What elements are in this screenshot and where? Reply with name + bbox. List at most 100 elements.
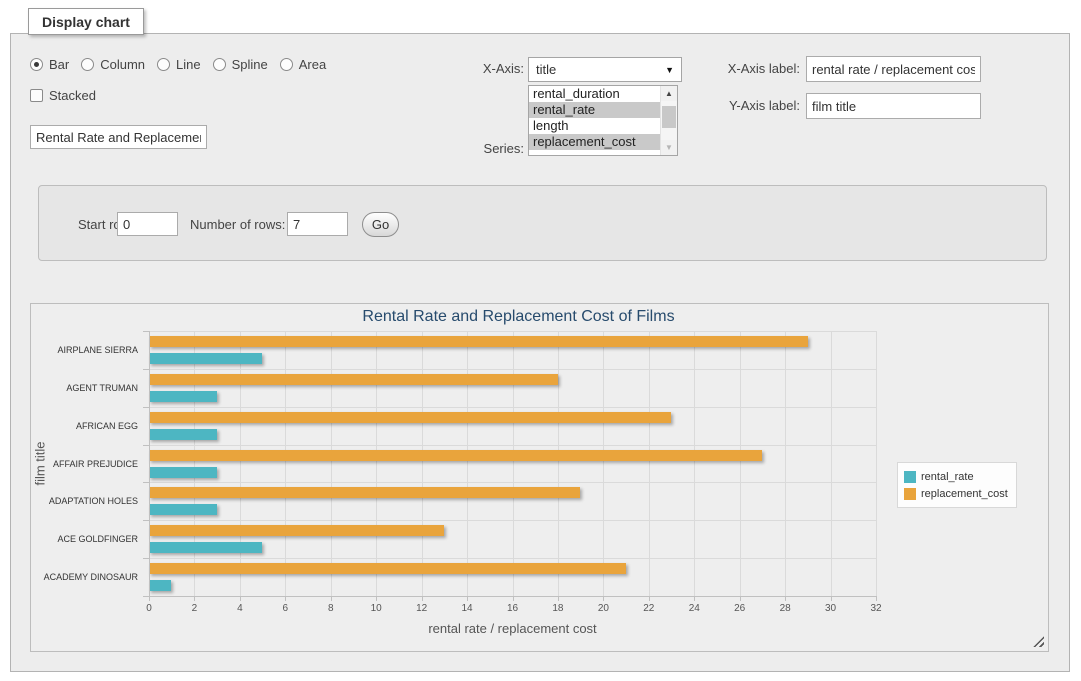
x-axis-label-input[interactable] <box>806 56 981 82</box>
gridline-vertical <box>194 331 195 596</box>
x-axis-selected-value: title <box>536 62 665 77</box>
gridline-vertical <box>694 331 695 596</box>
radio-bar[interactable] <box>30 58 43 71</box>
bar-rental_rate <box>149 467 217 478</box>
x-axis-label-caption: X-Axis label: <box>700 61 800 76</box>
x-axis-title: rental rate / replacement cost <box>149 621 876 636</box>
x-tick-label: 0 <box>136 603 162 614</box>
category-label: AFRICAN EGG <box>31 421 144 431</box>
scrollbar-thumb[interactable] <box>662 106 676 128</box>
x-tick-label: 12 <box>409 603 435 614</box>
gridline-horizontal <box>149 482 876 483</box>
bar-replacement_cost <box>149 487 580 498</box>
radio-column[interactable] <box>81 58 94 71</box>
x-axis-tick <box>422 597 423 601</box>
x-tick-label: 2 <box>181 603 207 614</box>
start-row-input[interactable] <box>117 212 178 236</box>
y-axis-label-input[interactable] <box>806 93 981 119</box>
x-axis-tick <box>831 597 832 601</box>
y-axis-tick <box>143 407 149 408</box>
gridline-horizontal <box>149 369 876 370</box>
series-select-label: Series: <box>424 141 524 156</box>
chart-title-input[interactable] <box>30 125 207 149</box>
legend-swatch-replacement_cost <box>904 488 916 500</box>
radio-line[interactable] <box>157 58 170 71</box>
page: Display chart BarColumnLineSplineArea St… <box>0 0 1081 681</box>
x-axis-tick <box>149 597 150 601</box>
gridline-vertical <box>285 331 286 596</box>
gridline-vertical <box>422 331 423 596</box>
x-tick-label: 32 <box>863 603 889 614</box>
legend-item-rental_rate[interactable]: rental_rate <box>904 468 1008 485</box>
series-option-rental_rate[interactable]: rental_rate <box>529 102 660 118</box>
legend-item-replacement_cost[interactable]: replacement_cost <box>904 485 1008 502</box>
radio-area[interactable] <box>280 58 293 71</box>
x-axis-tick <box>603 597 604 601</box>
y-axis-tick <box>143 445 149 446</box>
bar-rental_rate <box>149 542 262 553</box>
x-tick-label: 10 <box>363 603 389 614</box>
series-scrollbar[interactable]: ▲ ▼ <box>660 86 677 155</box>
bar-rental_rate <box>149 429 217 440</box>
x-axis-tick <box>876 597 877 601</box>
bar-replacement_cost <box>149 336 808 347</box>
x-axis-tick <box>194 597 195 601</box>
scroll-up-icon[interactable]: ▲ <box>661 86 677 101</box>
legend-label: replacement_cost <box>921 488 1008 500</box>
series-option-replacement_cost[interactable]: replacement_cost <box>529 134 660 150</box>
x-tick-label: 4 <box>227 603 253 614</box>
y-axis-tick <box>143 520 149 521</box>
chart-type-radio-group: BarColumnLineSplineArea <box>30 57 332 72</box>
category-label: ACE GOLDFINGER <box>31 534 144 544</box>
x-axis-tick <box>331 597 332 601</box>
bar-replacement_cost <box>149 563 626 574</box>
x-tick-label: 8 <box>318 603 344 614</box>
x-axis-tick <box>558 597 559 601</box>
bar-replacement_cost <box>149 450 762 461</box>
y-axis-label-caption: Y-Axis label: <box>700 98 800 113</box>
series-option-rental_duration[interactable]: rental_duration <box>529 86 660 102</box>
radio-label-bar: Bar <box>49 57 69 72</box>
x-tick-label: 16 <box>500 603 526 614</box>
gridline-vertical <box>376 331 377 596</box>
x-tick-label: 6 <box>272 603 298 614</box>
x-axis-tick <box>694 597 695 601</box>
category-label: AIRPLANE SIERRA <box>31 345 144 355</box>
radio-spline[interactable] <box>213 58 226 71</box>
number-of-rows-input[interactable] <box>287 212 348 236</box>
y-axis-tick <box>143 482 149 483</box>
gridline-vertical <box>467 331 468 596</box>
radio-label-column: Column <box>100 57 145 72</box>
gridline-horizontal <box>149 445 876 446</box>
series-multiselect: rental_durationrental_ratelengthreplacem… <box>528 85 678 156</box>
bar-replacement_cost <box>149 412 671 423</box>
radio-label-area: Area <box>299 57 326 72</box>
x-axis-tick <box>285 597 286 601</box>
gridline-vertical <box>785 331 786 596</box>
category-label: ACADEMY DINOSAUR <box>31 572 144 582</box>
go-button[interactable]: Go <box>362 212 399 237</box>
stacked-option: Stacked <box>30 88 102 103</box>
x-axis-select[interactable]: title ▼ <box>528 57 682 82</box>
gridline-vertical <box>831 331 832 596</box>
plot-area <box>149 331 876 596</box>
stacked-checkbox[interactable] <box>30 89 43 102</box>
gridline-vertical <box>603 331 604 596</box>
gridline-vertical <box>558 331 559 596</box>
x-tick-label: 14 <box>454 603 480 614</box>
scroll-down-icon[interactable]: ▼ <box>661 140 677 155</box>
x-tick-label: 20 <box>590 603 616 614</box>
x-axis-select-label: X-Axis: <box>424 61 524 76</box>
bar-replacement_cost <box>149 525 444 536</box>
chart-title: Rental Rate and Replacement Cost of Film… <box>31 308 1006 326</box>
series-option-length[interactable]: length <box>529 118 660 134</box>
stacked-label: Stacked <box>49 88 96 103</box>
category-axis-line <box>149 331 150 596</box>
x-tick-label: 22 <box>636 603 662 614</box>
category-label: ADAPTATION HOLES <box>31 496 144 506</box>
bar-replacement_cost <box>149 374 558 385</box>
legend-label: rental_rate <box>921 471 974 483</box>
gridline-horizontal <box>149 558 876 559</box>
x-tick-label: 24 <box>681 603 707 614</box>
resize-handle-icon[interactable] <box>1033 636 1044 647</box>
